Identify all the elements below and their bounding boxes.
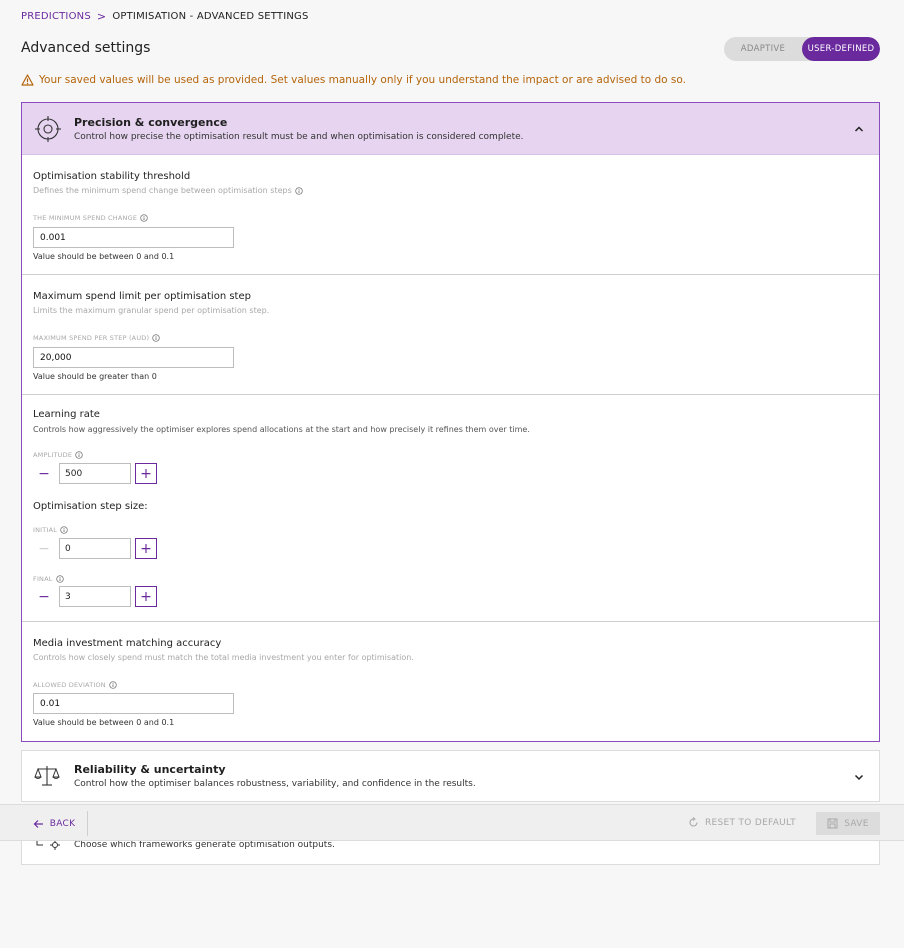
amplitude-label-row: AMPLITUDE [33, 451, 83, 459]
warning-text: Your saved values will be used as provid… [39, 74, 686, 86]
stability-threshold-description-row: Defines the minimum spend change between… [33, 186, 303, 195]
mode-toggle[interactable]: ADAPTIVE USER-DEFINED [724, 37, 880, 61]
initial-decrement-button[interactable]: − [33, 538, 55, 559]
info-icon[interactable] [295, 186, 303, 195]
final-label: FINAL [33, 575, 53, 583]
arrow-left-icon [33, 819, 43, 828]
allowed-deviation-label: ALLOWED DEVIATION [33, 681, 106, 689]
allowed-deviation-hint: Value should be between 0 and 0.1 [33, 718, 175, 727]
initial-increment-button[interactable]: + [135, 538, 157, 559]
max-spend-description: Limits the maximum granular spend per op… [33, 306, 270, 315]
learning-rate-description: Controls how aggressively the optimiser … [33, 425, 530, 434]
info-icon[interactable] [152, 334, 160, 342]
precision-panel-description: Control how precise the optimisation res… [74, 131, 524, 142]
reset-button-label: RESET TO DEFAULT [705, 817, 796, 828]
precision-panel-header[interactable]: Precision & convergence Control how prec… [22, 103, 879, 155]
max-spend-section: Maximum spend limit per optimisation ste… [22, 275, 879, 395]
max-spend-title: Maximum spend limit per optimisation ste… [33, 291, 251, 302]
final-increment-button[interactable]: + [135, 586, 157, 607]
breadcrumb-predictions-link[interactable]: PREDICTIONS [21, 11, 91, 22]
breadcrumb-current: OPTIMISATION - ADVANCED SETTINGS [112, 11, 309, 22]
save-button-label: SAVE [844, 818, 869, 829]
reliability-uncertainty-panel[interactable]: Reliability & uncertainty Control how th… [21, 750, 880, 802]
stability-threshold-section: Optimisation stability threshold Defines… [22, 155, 879, 275]
warning-banner: Your saved values will be used as provid… [21, 74, 686, 86]
stability-threshold-description: Defines the minimum spend change between… [33, 186, 292, 195]
info-icon[interactable] [60, 526, 68, 534]
final-decrement-button[interactable]: − [33, 586, 55, 607]
initial-label-row: INITIAL [33, 526, 68, 534]
save-disk-icon [827, 818, 838, 829]
stability-threshold-title: Optimisation stability threshold [33, 171, 191, 182]
allowed-deviation-input[interactable]: 0.01 [33, 693, 234, 714]
min-spend-change-hint: Value should be between 0 and 0.1 [33, 252, 175, 261]
min-spend-change-input[interactable]: 0.001 [33, 227, 234, 248]
min-spend-change-label: THE MINIMUM SPEND CHANGE [33, 214, 138, 222]
amplitude-input[interactable]: 500 [59, 463, 131, 484]
amplitude-stepper: − 500 + [33, 463, 157, 484]
matching-accuracy-title: Media investment matching accuracy [33, 638, 222, 649]
breadcrumb: PREDICTIONS > OPTIMISATION - ADVANCED SE… [21, 10, 309, 23]
final-label-row: FINAL [33, 575, 64, 583]
amplitude-label: AMPLITUDE [33, 451, 73, 459]
learning-rate-title: Learning rate [33, 409, 100, 420]
learning-rate-section: Learning rate Controls how aggressively … [22, 395, 879, 622]
amplitude-decrement-button[interactable]: − [33, 463, 55, 484]
info-icon[interactable] [140, 214, 148, 222]
max-spend-hint: Value should be greater than 0 [33, 372, 157, 381]
warning-triangle-icon [21, 74, 34, 86]
chevron-down-icon[interactable] [853, 771, 865, 783]
frameworks-panel-description: Choose which frameworks generate optimis… [74, 840, 335, 850]
max-spend-input[interactable]: 20,000 [33, 347, 234, 368]
page-title: Advanced settings [21, 40, 151, 56]
amplitude-increment-button[interactable]: + [135, 463, 157, 484]
back-button-label: BACK [49, 818, 76, 829]
back-button[interactable]: BACK [21, 811, 88, 836]
info-icon[interactable] [55, 575, 64, 583]
precision-panel-title: Precision & convergence [74, 115, 228, 129]
final-input[interactable]: 3 [59, 586, 131, 607]
final-stepper: − 3 + [33, 586, 157, 607]
allowed-deviation-label-row: ALLOWED DEVIATION [33, 681, 117, 689]
target-icon [35, 115, 61, 142]
mode-adaptive-option[interactable]: ADAPTIVE [724, 37, 802, 61]
precision-convergence-panel: Precision & convergence Control how prec… [21, 102, 880, 742]
balance-scale-icon [34, 766, 60, 786]
initial-stepper: − 0 + [33, 538, 157, 559]
chevron-up-icon[interactable] [853, 123, 865, 135]
initial-label: INITIAL [33, 526, 58, 534]
max-spend-label: MAXIMUM SPEND PER STEP (AUD) [33, 334, 150, 342]
save-button[interactable]: SAVE [816, 812, 880, 835]
footer-action-bar: BACK RESET TO DEFAULT SAVE [0, 804, 904, 841]
reset-to-default-button[interactable]: RESET TO DEFAULT [688, 817, 796, 828]
mode-user-defined-option[interactable]: USER-DEFINED [802, 37, 880, 61]
chevron-right-icon: > [96, 10, 107, 23]
reliability-panel-title: Reliability & uncertainty [74, 763, 226, 776]
step-size-title: Optimisation step size: [33, 501, 148, 512]
matching-accuracy-section: Media investment matching accuracy Contr… [22, 622, 879, 741]
initial-input[interactable]: 0 [59, 538, 131, 559]
info-icon[interactable] [109, 681, 117, 689]
min-spend-change-label-row: THE MINIMUM SPEND CHANGE [33, 214, 148, 222]
reliability-panel-description: Control how the optimiser balances robus… [74, 779, 476, 789]
max-spend-label-row: MAXIMUM SPEND PER STEP (AUD) [33, 334, 160, 342]
reset-icon [689, 817, 698, 827]
info-icon[interactable] [75, 451, 83, 459]
matching-accuracy-description: Controls how closely spend must match th… [33, 653, 414, 662]
